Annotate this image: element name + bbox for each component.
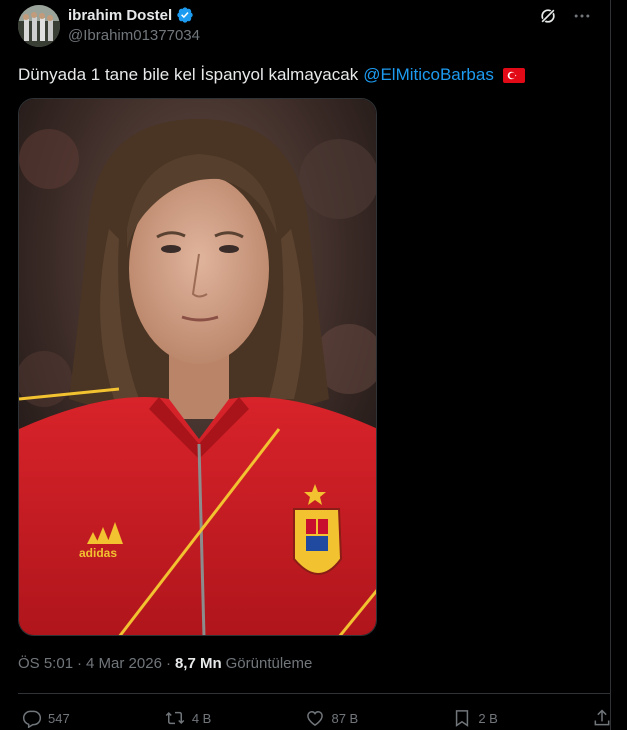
heart-icon: [307, 710, 324, 726]
tweet-text: Dünyada 1 tane bile kel İspanyol kalmaya…: [18, 64, 525, 86]
bookmark-icon: [456, 710, 469, 727]
like-button[interactable]: 87 B: [305, 708, 358, 728]
grok-icon[interactable]: [538, 6, 558, 26]
author-display-name[interactable]: ibrahim Dostel: [68, 7, 172, 24]
turkey-flag-icon: [502, 67, 525, 83]
tweet-meta: ÖS 5:01 · 4 Mar 2026 · 8,7 Mn Görüntülem…: [18, 655, 312, 672]
bookmark-count: 2 B: [478, 710, 498, 726]
author-handle[interactable]: @Ibrahim01377034: [68, 27, 200, 44]
tweet-media-photo[interactable]: adidas: [18, 98, 377, 636]
repost-count: 4 B: [191, 710, 212, 726]
views-count: 8,7 Mn: [174, 655, 222, 672]
author-name-row[interactable]: ibrahim Dostel: [68, 6, 194, 24]
meta-separator: ·: [165, 655, 171, 672]
verified-badge-icon: [177, 7, 193, 23]
tweet-mention-link[interactable]: @ElMiticoBarbas: [363, 64, 494, 86]
reply-count: 547: [48, 710, 70, 726]
tweet-top-actions: [538, 6, 592, 26]
tweet-body: Dünyada 1 tane bile kel İspanyol kalmaya…: [18, 65, 359, 84]
bookmark-button[interactable]: 2 B: [452, 708, 498, 728]
avatar-image: [18, 5, 60, 47]
reply-button[interactable]: 547: [22, 708, 70, 728]
share-icon: [594, 709, 610, 726]
photo-image: adidas: [19, 99, 376, 635]
like-count: 87 B: [331, 710, 359, 726]
tweet-date[interactable]: 4 Mar 2026: [86, 655, 162, 672]
more-options-icon[interactable]: [572, 6, 592, 26]
repost-button[interactable]: 4 B: [164, 708, 212, 728]
divider: [18, 693, 611, 694]
meta-separator: ·: [77, 655, 83, 672]
tweet-actions-bar: 547 4 B 87 B 2 B: [22, 708, 612, 728]
avatar[interactable]: [18, 5, 60, 47]
tweet-frame: ibrahim Dostel @Ibrahim01377034 Dünyada …: [0, 0, 611, 730]
views-label: Görüntüleme: [225, 655, 313, 672]
reply-icon: [22, 710, 42, 728]
repost-icon: [165, 711, 185, 725]
svg-text:adidas: adidas: [79, 546, 117, 560]
share-button[interactable]: [592, 708, 612, 728]
tweet-time[interactable]: ÖS 5:01: [18, 655, 73, 672]
